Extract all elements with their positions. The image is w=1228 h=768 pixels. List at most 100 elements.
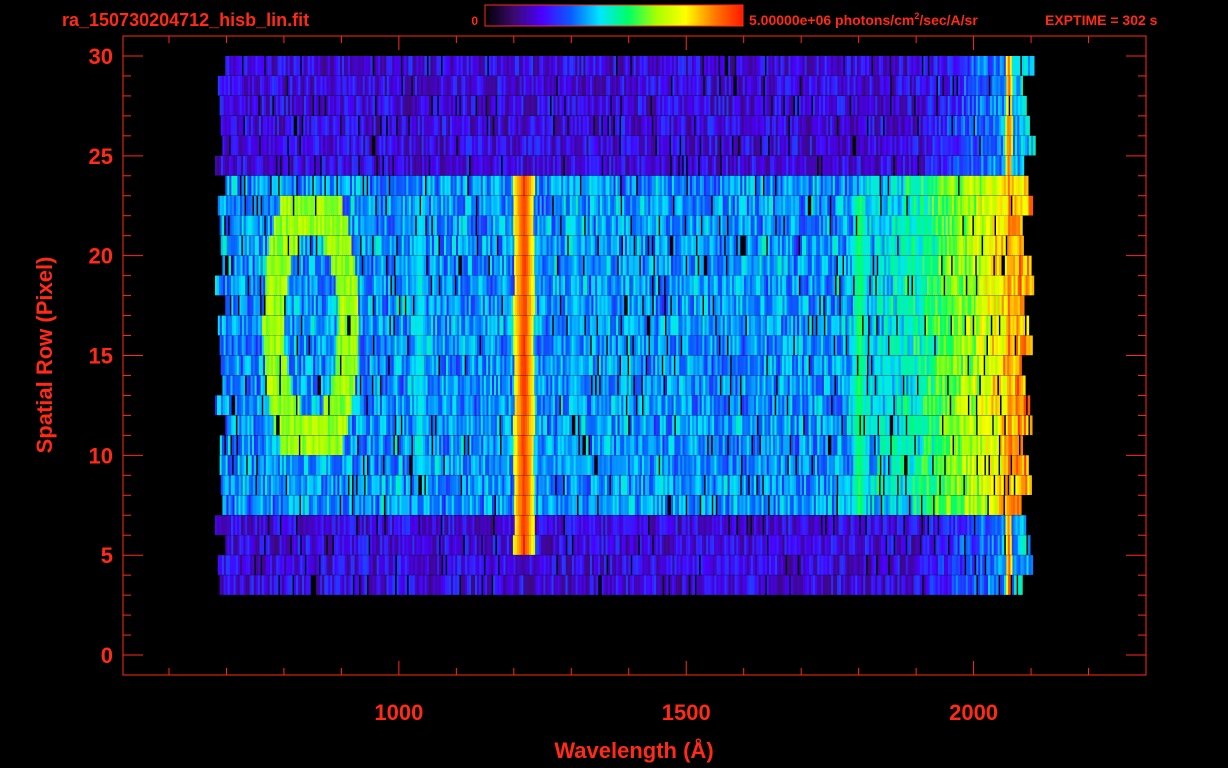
- heatmap-cell: [398, 415, 401, 436]
- heatmap-cell: [1016, 435, 1020, 456]
- heatmap-cell: [370, 335, 374, 356]
- heatmap-cell: [283, 475, 286, 495]
- heatmap-cell: [744, 515, 747, 535]
- heatmap-cell: [390, 435, 394, 456]
- heatmap-cell: [931, 335, 935, 356]
- heatmap-cell: [404, 575, 408, 595]
- heatmap-cell: [392, 575, 396, 595]
- heatmap-cell: [635, 535, 639, 555]
- heatmap-cell: [683, 495, 686, 515]
- heatmap-cell: [481, 555, 484, 575]
- heatmap-cell: [497, 435, 501, 456]
- heatmap-cell: [604, 555, 607, 575]
- heatmap-cell: [787, 435, 790, 456]
- heatmap-cell: [595, 575, 599, 595]
- heatmap-cell: [1026, 455, 1029, 475]
- heatmap-cell: [316, 555, 320, 575]
- heatmap-cell: [628, 555, 631, 575]
- heatmap-cell: [994, 375, 998, 396]
- heatmap-cell: [713, 495, 716, 515]
- heatmap-cell: [939, 415, 943, 436]
- heatmap-cell: [902, 475, 906, 495]
- heatmap-cell: [759, 475, 763, 495]
- heatmap-cell: [1019, 355, 1022, 376]
- heatmap-cell: [765, 495, 769, 515]
- heatmap-cell: [1001, 475, 1004, 495]
- file-title: ra_150730204712_hisb_lin.fit: [62, 10, 309, 30]
- heatmap-cell: [1012, 335, 1015, 356]
- heatmap-cell: [243, 455, 247, 475]
- heatmap-cell: [337, 355, 341, 376]
- heatmap-cell: [903, 415, 906, 436]
- heatmap-cell: [587, 335, 591, 356]
- heatmap-cell: [784, 455, 788, 475]
- heatmap-cell: [972, 555, 975, 575]
- heatmap-cell: [560, 475, 564, 495]
- heatmap-cell: [253, 455, 257, 475]
- heatmap-cell: [261, 535, 265, 555]
- heatmap-cell: [438, 515, 441, 535]
- heatmap-cell: [831, 375, 835, 396]
- heatmap-cell: [930, 495, 934, 515]
- heatmap-cell: [1023, 375, 1026, 396]
- heatmap-cell: [708, 435, 712, 456]
- heatmap-cell: [828, 395, 832, 416]
- heatmap-cell: [686, 575, 689, 595]
- heatmap-cell: [287, 535, 291, 555]
- heatmap-cell: [748, 515, 751, 535]
- heatmap-cell: [569, 415, 572, 436]
- heatmap-cell: [585, 435, 589, 456]
- heatmap-cell: [885, 335, 889, 356]
- heatmap-cell: [350, 575, 353, 595]
- heatmap-cell: [478, 535, 482, 555]
- colorbar-min-label: 0: [471, 14, 478, 28]
- heatmap-cell: [883, 535, 886, 555]
- heatmap-cell: [639, 395, 643, 416]
- heatmap-cell: [900, 375, 903, 396]
- heatmap-cell: [833, 495, 837, 515]
- heatmap-cell: [439, 555, 442, 575]
- heatmap-cell: [1008, 575, 1011, 595]
- heatmap-cell: [492, 495, 495, 515]
- heatmap-cell: [919, 575, 923, 595]
- heatmap-cell: [385, 355, 389, 376]
- heatmap-cell: [973, 415, 977, 436]
- heatmap-cell: [603, 335, 607, 356]
- heatmap-cell: [830, 515, 834, 535]
- heatmap-cell: [1001, 415, 1005, 436]
- heatmap-cell: [862, 515, 866, 535]
- heatmap-cell: [717, 375, 720, 396]
- heatmap-cell: [416, 515, 419, 535]
- heatmap-cell: [629, 335, 633, 356]
- heatmap-cell: [323, 535, 327, 555]
- spectrogram-figure: ra_150730204712_hisb_lin.fit 0 5.00000e+…: [0, 0, 1228, 768]
- heatmap-cell: [252, 475, 256, 495]
- heatmap-cell: [275, 575, 279, 595]
- heatmap-cell: [495, 555, 499, 575]
- heatmap-cell: [911, 435, 915, 456]
- heatmap-cell: [404, 335, 408, 356]
- heatmap-cell: [1029, 415, 1033, 436]
- heatmap-cell: [354, 435, 358, 456]
- heatmap-cell: [353, 515, 357, 535]
- heatmap-cell: [965, 355, 968, 376]
- heatmap-cell: [353, 475, 357, 495]
- heatmap-cell: [1027, 535, 1031, 555]
- heatmap-cell: [1025, 415, 1029, 436]
- heatmap-cell: [625, 355, 628, 376]
- heatmap-cell: [962, 555, 965, 575]
- heatmap-cell: [1014, 575, 1017, 595]
- heatmap-cell: [364, 575, 368, 595]
- heatmap-cell: [649, 535, 653, 555]
- heatmap-cell: [364, 455, 368, 475]
- heatmap-cell: [625, 415, 629, 436]
- heatmap-cell: [737, 475, 741, 495]
- heatmap-cell: [1030, 555, 1034, 575]
- heatmap-cell: [945, 535, 949, 555]
- heatmap-cell: [496, 415, 500, 436]
- heatmap-cell: [808, 455, 812, 475]
- heatmap-cell: [594, 355, 598, 376]
- heatmap-cell: [838, 415, 842, 436]
- heatmap-cell: [772, 395, 775, 416]
- heatmap-cell: [363, 395, 367, 416]
